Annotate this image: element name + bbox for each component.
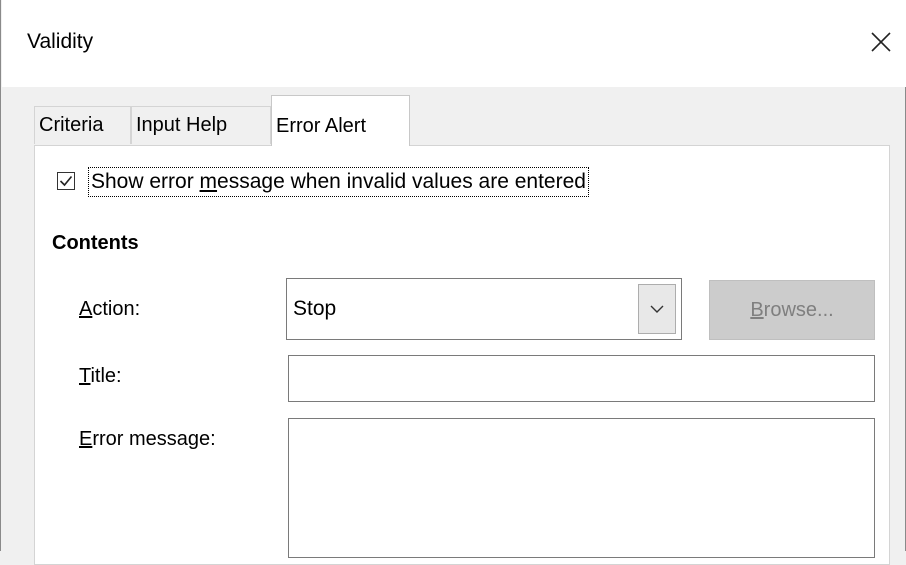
show-error-checkbox[interactable] bbox=[57, 172, 75, 190]
title-label: Title: bbox=[79, 365, 122, 387]
title-bar: Validity bbox=[2, 0, 906, 87]
tab-label: Criteria bbox=[39, 114, 104, 136]
close-icon bbox=[871, 31, 891, 52]
tab-error-alert[interactable]: Error Alert bbox=[271, 95, 410, 146]
browse-button[interactable]: Browse... bbox=[709, 280, 875, 340]
tab-criteria[interactable]: Criteria bbox=[34, 106, 131, 144]
checkmark-icon bbox=[59, 175, 73, 187]
action-select[interactable]: Stop bbox=[286, 278, 682, 340]
title-input[interactable] bbox=[288, 355, 875, 402]
contents-heading: Contents bbox=[52, 232, 139, 254]
tab-label: Error Alert bbox=[276, 115, 367, 137]
action-value: Stop bbox=[293, 297, 337, 320]
tab-input-help[interactable]: Input Help bbox=[131, 106, 271, 144]
show-error-label[interactable]: Show error message when invalid values a… bbox=[88, 167, 589, 197]
error-message-textarea[interactable] bbox=[288, 418, 875, 558]
close-button[interactable] bbox=[856, 14, 906, 69]
validity-dialog: Validity Criteria Input Help Error Alert… bbox=[0, 0, 906, 565]
window-title: Validity bbox=[27, 30, 94, 53]
tab-label: Input Help bbox=[136, 114, 228, 136]
error-message-label: Error message: bbox=[79, 428, 216, 450]
chevron-down-icon bbox=[650, 305, 664, 313]
action-dropdown-button[interactable] bbox=[638, 284, 676, 334]
action-label: Action: bbox=[79, 298, 141, 320]
